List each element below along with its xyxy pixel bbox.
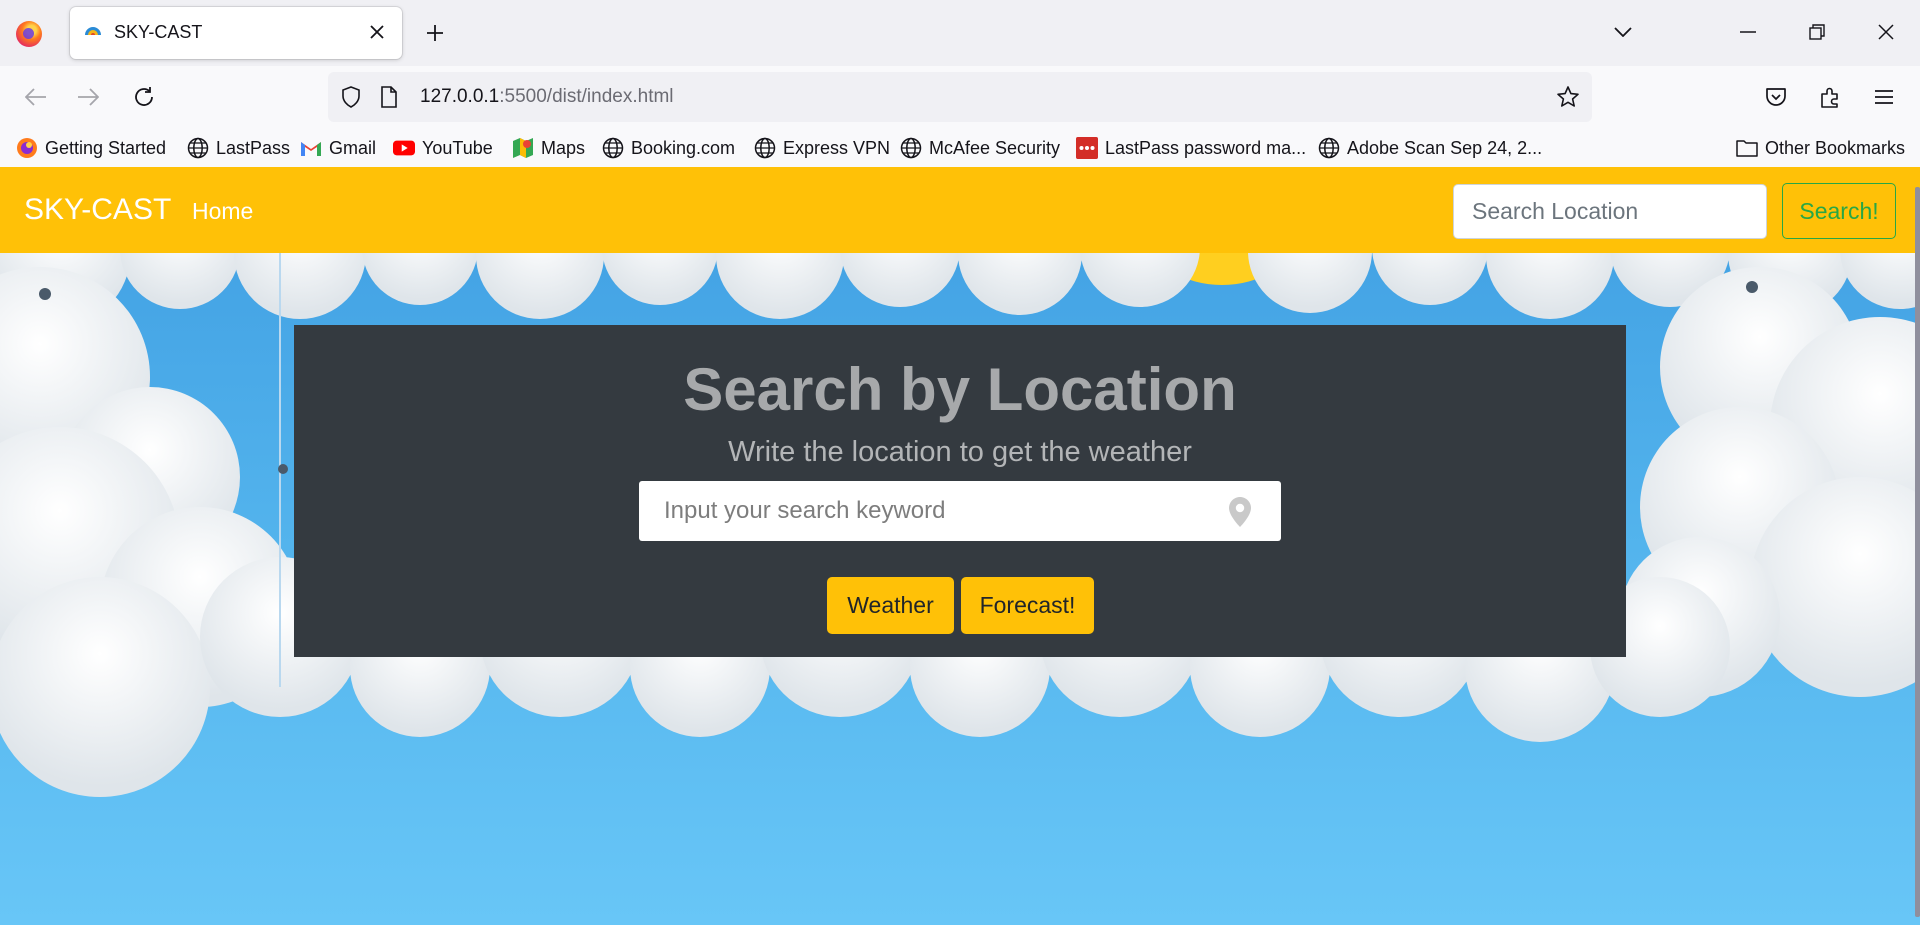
bookmarks-toolbar: Getting Started LastPass Gmail YouTube M… [0, 129, 1920, 167]
page-scrollbar[interactable] [1915, 187, 1920, 917]
new-tab-icon[interactable] [420, 18, 450, 48]
globe-icon [900, 137, 922, 159]
browser-toolbar: 127.0.0.1:5500/dist/index.html [0, 66, 1920, 129]
close-tab-icon[interactable] [362, 17, 392, 47]
panel-subtitle: Write the location to get the weather [728, 436, 1192, 468]
keyword-search-field[interactable] [639, 481, 1281, 541]
search-panel: Search by Location Write the location to… [294, 325, 1626, 657]
extensions-icon[interactable] [1812, 79, 1848, 115]
bookmark-label: Getting Started [45, 137, 167, 158]
globe-icon [187, 137, 209, 159]
site-navbar: SKY-CAST Home Search! [0, 167, 1920, 253]
bookmark-label: YouTube [422, 137, 493, 158]
panel-title: Search by Location [683, 356, 1237, 423]
list-all-tabs-icon[interactable] [1605, 14, 1641, 50]
bookmark-label: Booking.com [631, 137, 736, 158]
firefox-icon [16, 137, 38, 159]
bookmark-booking[interactable]: Booking.com [602, 135, 735, 161]
bookmark-label: LastPass [216, 137, 291, 158]
pocket-icon[interactable] [1758, 79, 1794, 115]
gmail-icon [300, 137, 322, 159]
site-brand[interactable]: SKY-CAST [24, 193, 171, 227]
app-menu-icon[interactable] [1866, 79, 1902, 115]
other-bookmarks[interactable]: Other Bookmarks [1736, 135, 1905, 161]
other-bookmarks-label: Other Bookmarks [1765, 137, 1906, 158]
browser-tab-strip: SKY-CAST [0, 0, 1920, 66]
maps-icon [512, 137, 534, 159]
bookmark-label: Maps [541, 137, 586, 158]
globe-icon [602, 137, 624, 159]
address-bar[interactable]: 127.0.0.1:5500/dist/index.html [328, 72, 1592, 122]
back-icon[interactable] [18, 79, 54, 115]
web-page: SKY-CAST Home Search! Search by Location… [0, 167, 1920, 925]
globe-icon [1318, 137, 1340, 159]
bookmark-label: McAfee Security [929, 137, 1061, 158]
bookmark-getting-started[interactable]: Getting Started [16, 135, 166, 161]
url-text[interactable]: 127.0.0.1:5500/dist/index.html [420, 86, 674, 108]
bookmark-label: Adobe Scan Sep 24, 2... [1347, 137, 1543, 158]
bookmark-label: Express VPN [783, 137, 891, 158]
tab-title: SKY-CAST [114, 22, 203, 42]
reload-icon[interactable] [126, 79, 162, 115]
globe-icon [754, 137, 776, 159]
location-pin-icon [1229, 497, 1251, 527]
bookmark-express-vpn[interactable]: Express VPN [754, 135, 890, 161]
weather-button[interactable]: Weather [827, 577, 954, 634]
nav-link-home[interactable]: Home [192, 198, 253, 225]
bookmark-lastpass[interactable]: LastPass [187, 135, 290, 161]
minimize-window-icon[interactable] [1730, 14, 1766, 50]
tab-sky-cast[interactable]: SKY-CAST [70, 7, 402, 59]
url-host: 127.0.0.1 [420, 86, 500, 107]
search-button[interactable]: Search! [1782, 183, 1896, 239]
folder-icon [1736, 137, 1758, 159]
bookmark-gmail[interactable]: Gmail [300, 135, 376, 161]
bookmark-lastpass-password-manager[interactable]: LastPass password ma... [1076, 135, 1306, 161]
page-info-icon[interactable] [376, 84, 402, 110]
forward-icon[interactable] [70, 79, 106, 115]
location-search-input[interactable] [1453, 184, 1767, 239]
restore-window-icon[interactable] [1799, 14, 1835, 50]
keyword-input[interactable] [639, 481, 1209, 541]
close-window-icon[interactable] [1868, 14, 1904, 50]
youtube-icon [393, 137, 415, 159]
lastpass-icon [1076, 137, 1098, 159]
weather-favicon-icon [85, 27, 101, 35]
bookmark-adobe-scan[interactable]: Adobe Scan Sep 24, 2... [1318, 135, 1542, 161]
forecast-button[interactable]: Forecast! [961, 577, 1094, 634]
url-path: :5500/dist/index.html [499, 86, 674, 107]
bookmark-label: Gmail [329, 137, 377, 158]
bookmark-maps[interactable]: Maps [512, 135, 585, 161]
bookmark-mcafee[interactable]: McAfee Security [900, 135, 1060, 161]
bookmark-star-icon[interactable] [1554, 83, 1582, 111]
bookmark-label: LastPass password ma... [1105, 137, 1307, 158]
tracking-protection-shield-icon[interactable] [338, 84, 364, 110]
firefox-menu-icon[interactable] [16, 21, 42, 47]
bookmark-youtube[interactable]: YouTube [393, 135, 493, 161]
